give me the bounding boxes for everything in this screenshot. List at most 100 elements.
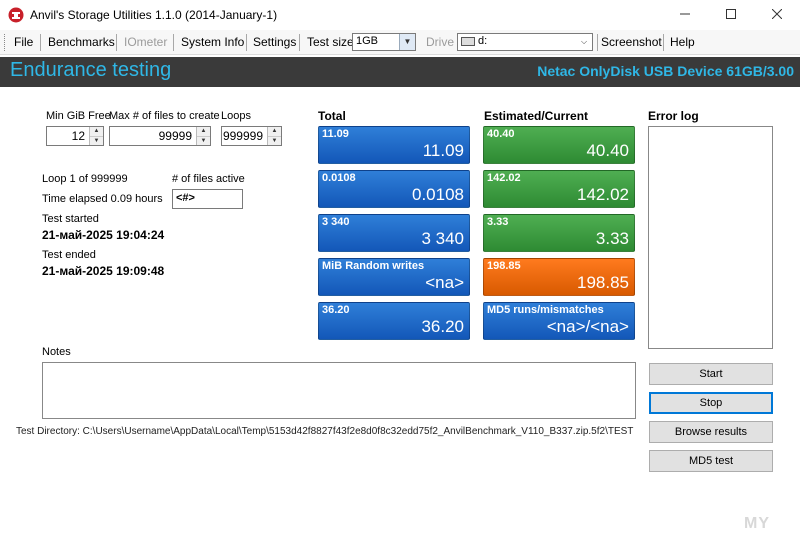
notes-textarea[interactable] (42, 362, 636, 419)
total-tile: 0.0108 0.0108 (318, 170, 470, 208)
estimated-column-header: Estimated/Current (484, 109, 589, 123)
close-button[interactable] (754, 0, 800, 30)
header-banner: Endurance testing Netac OnlyDisk USB Dev… (0, 57, 800, 87)
anvil-app-icon (8, 7, 24, 23)
menu-separator (299, 34, 300, 51)
toolbar-grip[interactable] (4, 34, 7, 51)
stepper-buttons[interactable]: ▲ ▼ (196, 127, 210, 145)
test-size-select[interactable]: 1GB ▼ (352, 33, 416, 51)
menu-system-info[interactable]: System Info (181, 35, 244, 49)
max-files-label: Max # of files to create (109, 110, 220, 122)
menu-separator (663, 34, 664, 51)
loops-value: 999999 (222, 129, 263, 143)
tile-value: <na>/<na> (546, 317, 629, 336)
device-name: Netac OnlyDisk USB Device 61GB/3.00 (537, 63, 794, 79)
menu-screenshot[interactable]: Screenshot (601, 35, 662, 49)
max-files-value: 99999 (158, 129, 192, 143)
maximize-icon (726, 9, 736, 19)
total-column-header: Total (318, 109, 346, 123)
stepper-buttons[interactable]: ▲ ▼ (267, 127, 281, 145)
estimated-tile: 198.85 198.85 (483, 258, 635, 296)
stepper-up-icon[interactable]: ▲ (268, 127, 281, 136)
minimize-icon (680, 13, 690, 15)
tile-caption: 40.40 (487, 128, 515, 140)
menu-separator (597, 34, 598, 51)
test-started-value: 21-май-2025 19:04:24 (42, 228, 165, 242)
min-gib-free-label: Min GiB Free (46, 110, 111, 122)
stepper-down-icon[interactable]: ▼ (268, 136, 281, 145)
tile-value: 36.20 (421, 317, 464, 336)
test-directory-path: Test Directory: C:\Users\Username\AppDat… (16, 426, 634, 437)
menu-separator (173, 34, 174, 51)
menu-help[interactable]: Help (670, 35, 695, 49)
stop-button[interactable]: Stop (649, 392, 773, 414)
estimated-tile: MD5 runs/mismatches <na>/<na> (483, 302, 635, 340)
title-bar: Anvil's Storage Utilities 1.1.0 (2014-Ja… (0, 0, 800, 30)
stepper-up-icon[interactable]: ▲ (197, 127, 210, 136)
files-active-field: <#> (172, 189, 243, 209)
menu-settings[interactable]: Settings (253, 35, 296, 49)
tile-caption: 0.0108 (322, 172, 356, 184)
total-tile: MiB Random writes <na> (318, 258, 470, 296)
tile-value: 40.40 (586, 141, 629, 160)
menu-benchmarks[interactable]: Benchmarks (48, 35, 115, 49)
tile-value: 3 340 (421, 229, 464, 248)
menu-iometer[interactable]: IOmeter (124, 35, 167, 49)
tile-value: 3.33 (595, 229, 629, 248)
loops-stepper[interactable]: 999999 ▲ ▼ (221, 126, 282, 146)
chevron-down-icon[interactable]: ⌵ (576, 34, 592, 50)
stepper-down-icon[interactable]: ▼ (90, 136, 103, 145)
tile-caption: 11.09 (322, 128, 349, 140)
drive-icon (461, 36, 475, 46)
min-gib-free-stepper[interactable]: 12 ▲ ▼ (46, 126, 104, 146)
tile-value: <na> (425, 273, 464, 292)
test-ended-label: Test ended (42, 249, 96, 261)
menu-file[interactable]: File (14, 35, 33, 49)
maximize-button[interactable] (708, 0, 754, 30)
error-log-header: Error log (648, 109, 699, 123)
files-active-label: # of files active (172, 173, 245, 185)
tile-caption: 3 340 (322, 216, 350, 228)
browse-results-button[interactable]: Browse results (649, 421, 773, 443)
menu-bar: File Benchmarks IOmeter System Info Sett… (0, 30, 800, 55)
tile-caption: 3.33 (487, 216, 509, 228)
md5-test-button[interactable]: MD5 test (649, 450, 773, 472)
time-elapsed: Time elapsed 0.09 hours (42, 193, 163, 205)
drive-select[interactable]: d: ⌵ (457, 33, 593, 51)
chevron-down-icon[interactable]: ▼ (399, 34, 415, 50)
error-log-box[interactable] (648, 126, 773, 349)
tile-caption: MiB Random writes (322, 260, 425, 272)
notes-label: Notes (42, 346, 71, 358)
menu-separator (116, 34, 117, 51)
tile-value: 142.02 (577, 185, 629, 204)
minimize-button[interactable] (662, 0, 708, 30)
window-title: Anvil's Storage Utilities 1.1.0 (2014-Ja… (30, 8, 278, 22)
test-ended-value: 21-май-2025 19:09:48 (42, 264, 165, 278)
estimated-tile: 142.02 142.02 (483, 170, 635, 208)
tile-value: 0.0108 (412, 185, 464, 204)
menu-separator (40, 34, 41, 51)
drive-label: Drive (426, 35, 455, 49)
min-gib-free-value: 12 (71, 129, 85, 143)
menu-separator (246, 34, 247, 51)
drive-value: d: (478, 35, 488, 47)
stepper-up-icon[interactable]: ▲ (90, 127, 103, 136)
loop-counter: Loop 1 of 999999 (42, 173, 128, 185)
total-tile: 36.20 36.20 (318, 302, 470, 340)
tile-caption: 142.02 (487, 172, 521, 184)
tile-value: 198.85 (577, 273, 629, 292)
page-title: Endurance testing (10, 59, 172, 81)
stepper-down-icon[interactable]: ▼ (197, 136, 210, 145)
estimated-tile: 3.33 3.33 (483, 214, 635, 252)
estimated-tile: 40.40 40.40 (483, 126, 635, 164)
max-files-stepper[interactable]: 99999 ▲ ▼ (109, 126, 211, 146)
test-started-label: Test started (42, 213, 99, 225)
test-size-value: 1GB (356, 35, 379, 47)
stepper-buttons[interactable]: ▲ ▼ (89, 127, 103, 145)
watermark: MY (744, 515, 770, 532)
start-button[interactable]: Start (649, 363, 773, 385)
tile-value: 11.09 (422, 141, 464, 160)
test-size-label: Test size (307, 35, 354, 49)
tile-caption: 198.85 (487, 260, 521, 272)
total-tile: 11.09 11.09 (318, 126, 470, 164)
